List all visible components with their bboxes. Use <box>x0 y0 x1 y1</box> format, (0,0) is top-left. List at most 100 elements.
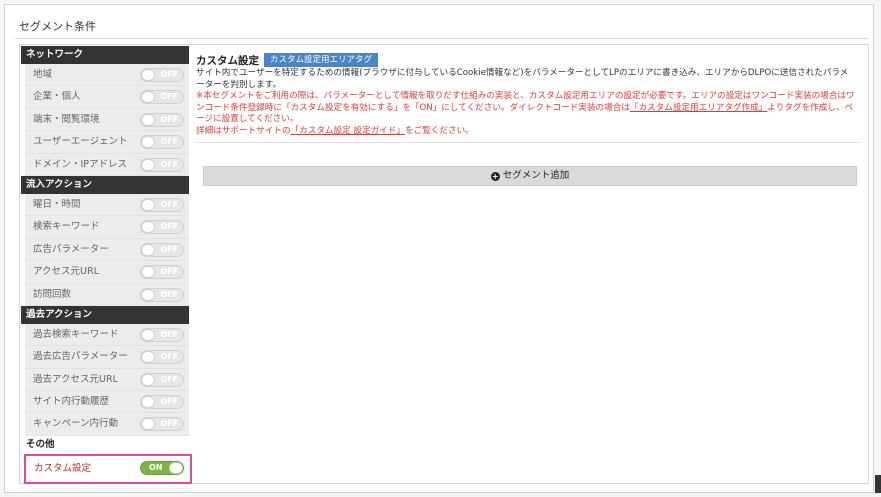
toggle-knob <box>141 418 155 431</box>
toggle-switch[interactable]: OFF <box>140 68 184 82</box>
toggle-switch[interactable]: OFF <box>140 395 184 410</box>
toggle-knob <box>141 266 155 279</box>
toggle-knob <box>141 351 155 364</box>
sidebar-item-label: 曜日・時間 <box>33 198 81 210</box>
divider <box>196 142 860 143</box>
add-segment-label: セグメント追加 <box>502 170 570 181</box>
toggle-knob <box>141 136 155 149</box>
toggle-switch[interactable]: OFF <box>140 372 184 387</box>
toggle-knob <box>141 69 155 81</box>
toggle-state: OFF <box>160 289 178 299</box>
sidebar-item-ad-parameter[interactable]: 広告パラメーター OFF <box>25 238 189 262</box>
sidebar-item-label: アクセス元URL <box>33 266 99 278</box>
segment-condition-panel: セグメント条件 ネットワーク 地域 OFF 企業・個人 OFF 端末・閲覧環境 OFF… <box>4 4 874 493</box>
segment-sidebar: ネットワーク 地域 OFF 企業・個人 OFF 端末・閲覧環境 OFF ユーザーエージ… <box>21 46 189 454</box>
sidebar-item-visit-count[interactable]: 訪問回数 OFF <box>25 283 189 306</box>
toggle-switch[interactable]: OFF <box>140 242 184 257</box>
sidebar-item-domain-ip[interactable]: ドメイン・IPアドレス OFF <box>25 153 189 176</box>
sidebar-item-label: 企業・個人 <box>33 91 81 103</box>
toggle-switch[interactable]: OFF <box>140 327 184 342</box>
toggle-state: OFF <box>160 70 178 79</box>
sidebar-item-campaign-behavior[interactable]: キャンペーン内行動 OFF <box>25 413 189 436</box>
sidebar-item-label: 過去広告パラメーター <box>33 351 128 363</box>
sidebar-item-company[interactable]: 企業・個人 OFF <box>25 86 189 109</box>
setting-guide-link[interactable]: 「カスタム設定 設定ガイド」 <box>291 126 405 136</box>
custom-setting-panel: カスタム設定 カスタム設定用エリアタグ サイト内でユーザーを特定するための情報(… <box>196 53 860 186</box>
toggle-state: OFF <box>160 199 178 209</box>
sidebar-item-label: 過去アクセス元URL <box>33 373 118 385</box>
sidebar-item-onsite-history[interactable]: サイト内行動履歴 OFF <box>25 391 189 414</box>
toggle-knob <box>141 373 155 386</box>
toggle-knob <box>141 396 155 409</box>
note-text-part: 詳細はサポートサイトの <box>196 125 291 136</box>
sidebar-item-user-agent[interactable]: ユーザーエージェント OFF <box>25 131 189 154</box>
sidebar-item-past-search-keyword[interactable]: 過去検索キーワード OFF <box>25 323 189 347</box>
toggle-state: OFF <box>160 159 178 169</box>
toggle-state: OFF <box>160 222 178 232</box>
section-heading-past: 過去アクション <box>21 305 189 324</box>
sidebar-item-label: 検索キーワード <box>33 221 100 233</box>
toggle-knob <box>141 158 155 171</box>
description-text: サイト内でユーザーを特定するための情報(ブラウザに付与しているCookie情報な… <box>196 68 849 90</box>
toggle-switch[interactable]: OFF <box>140 135 184 150</box>
section-heading-other: その他 <box>21 435 189 454</box>
section-heading-network: ネットワーク <box>21 46 189 64</box>
toggle-switch[interactable]: OFF <box>140 287 184 302</box>
section-title: カスタム設定 <box>196 54 259 67</box>
sidebar-item-day-time[interactable]: 曜日・時間 OFF <box>25 193 189 217</box>
warning-text: ※本セグメントをご利用の際は、パラメーターとして情報を取りだす仕組みの実装と、カ… <box>196 91 856 126</box>
note-text-part: をご覧ください。 <box>405 125 474 136</box>
area-tag-link[interactable]: カスタム設定用エリアタグ <box>264 53 379 67</box>
toggle-switch[interactable]: OFF <box>140 197 184 212</box>
toggle-knob <box>141 198 155 211</box>
toggle-state: OFF <box>160 267 178 277</box>
toggle-state: OFF <box>160 374 178 384</box>
add-segment-button[interactable]: + セグメント追加 <box>203 166 857 186</box>
sidebar-item-label: 端末・閲覧環境 <box>33 113 100 125</box>
toggle-state: OFF <box>160 244 178 254</box>
sidebar-item-label: 広告パラメーター <box>33 243 109 255</box>
toggle-switch[interactable]: OFF <box>140 417 184 432</box>
toggle-switch[interactable]: OFF <box>140 220 184 235</box>
toggle-state: OFF <box>160 114 178 124</box>
plus-circle-icon: + <box>490 172 500 181</box>
sidebar-item-label: キャンペーン内行動 <box>33 418 119 430</box>
sidebar-item-label: 地域 <box>33 69 53 80</box>
divider <box>15 38 869 39</box>
toggle-state: OFF <box>160 137 178 147</box>
panel-title: セグメント条件 <box>19 20 96 33</box>
sidebar-item-label: 過去検索キーワード <box>33 328 119 340</box>
sidebar-item-past-referrer-url[interactable]: 過去アクセス元URL OFF <box>25 368 189 392</box>
toggle-switch[interactable]: OFF <box>140 157 184 172</box>
toggle-switch[interactable]: OFF <box>140 90 184 105</box>
sidebar-item-custom-setting[interactable]: カスタム設定 ON <box>24 454 192 484</box>
area-tag-create-link[interactable]: 「カスタム設定用エリアタグ作成」 <box>630 103 768 113</box>
sidebar-item-label: 訪問回数 <box>33 288 72 300</box>
toggle-switch[interactable]: ON <box>140 461 184 475</box>
toggle-state: OFF <box>160 397 178 407</box>
toggle-knob <box>141 288 155 301</box>
toggle-knob <box>141 221 155 234</box>
toggle-knob <box>141 91 155 104</box>
sidebar-item-region[interactable]: 地域 OFF <box>25 64 189 87</box>
sidebar-item-label: ドメイン・IPアドレス <box>33 158 128 170</box>
section-heading-inflow: 流入アクション <box>21 175 189 194</box>
toggle-switch[interactable]: OFF <box>140 112 184 127</box>
toggle-knob <box>169 462 183 474</box>
scrollbar-fragment <box>875 475 881 493</box>
sidebar-item-label: カスタム設定 <box>34 463 92 474</box>
toggle-knob <box>141 243 155 256</box>
sidebar-item-label: サイト内行動履歴 <box>33 396 110 408</box>
sidebar-item-search-keyword[interactable]: 検索キーワード OFF <box>25 216 189 239</box>
sidebar-item-device[interactable]: 端末・閲覧環境 OFF <box>25 108 189 132</box>
guide-note: 詳細はサポートサイトの「カスタム設定 設定ガイド」をご覧ください。 <box>196 126 856 138</box>
toggle-state: OFF <box>160 92 178 102</box>
sidebar-item-referrer-url[interactable]: アクセス元URL OFF <box>25 261 189 284</box>
toggle-state: OFF <box>160 352 178 362</box>
toggle-switch[interactable]: OFF <box>140 265 184 280</box>
toggle-switch[interactable]: OFF <box>140 350 184 365</box>
segment-editor: ネットワーク 地域 OFF 企業・個人 OFF 端末・閲覧環境 OFF ユーザーエージ… <box>19 44 869 484</box>
toggle-state: OFF <box>160 329 178 339</box>
toggle-knob <box>141 328 155 341</box>
sidebar-item-past-ad-parameter[interactable]: 過去広告パラメーター OFF <box>25 346 189 369</box>
